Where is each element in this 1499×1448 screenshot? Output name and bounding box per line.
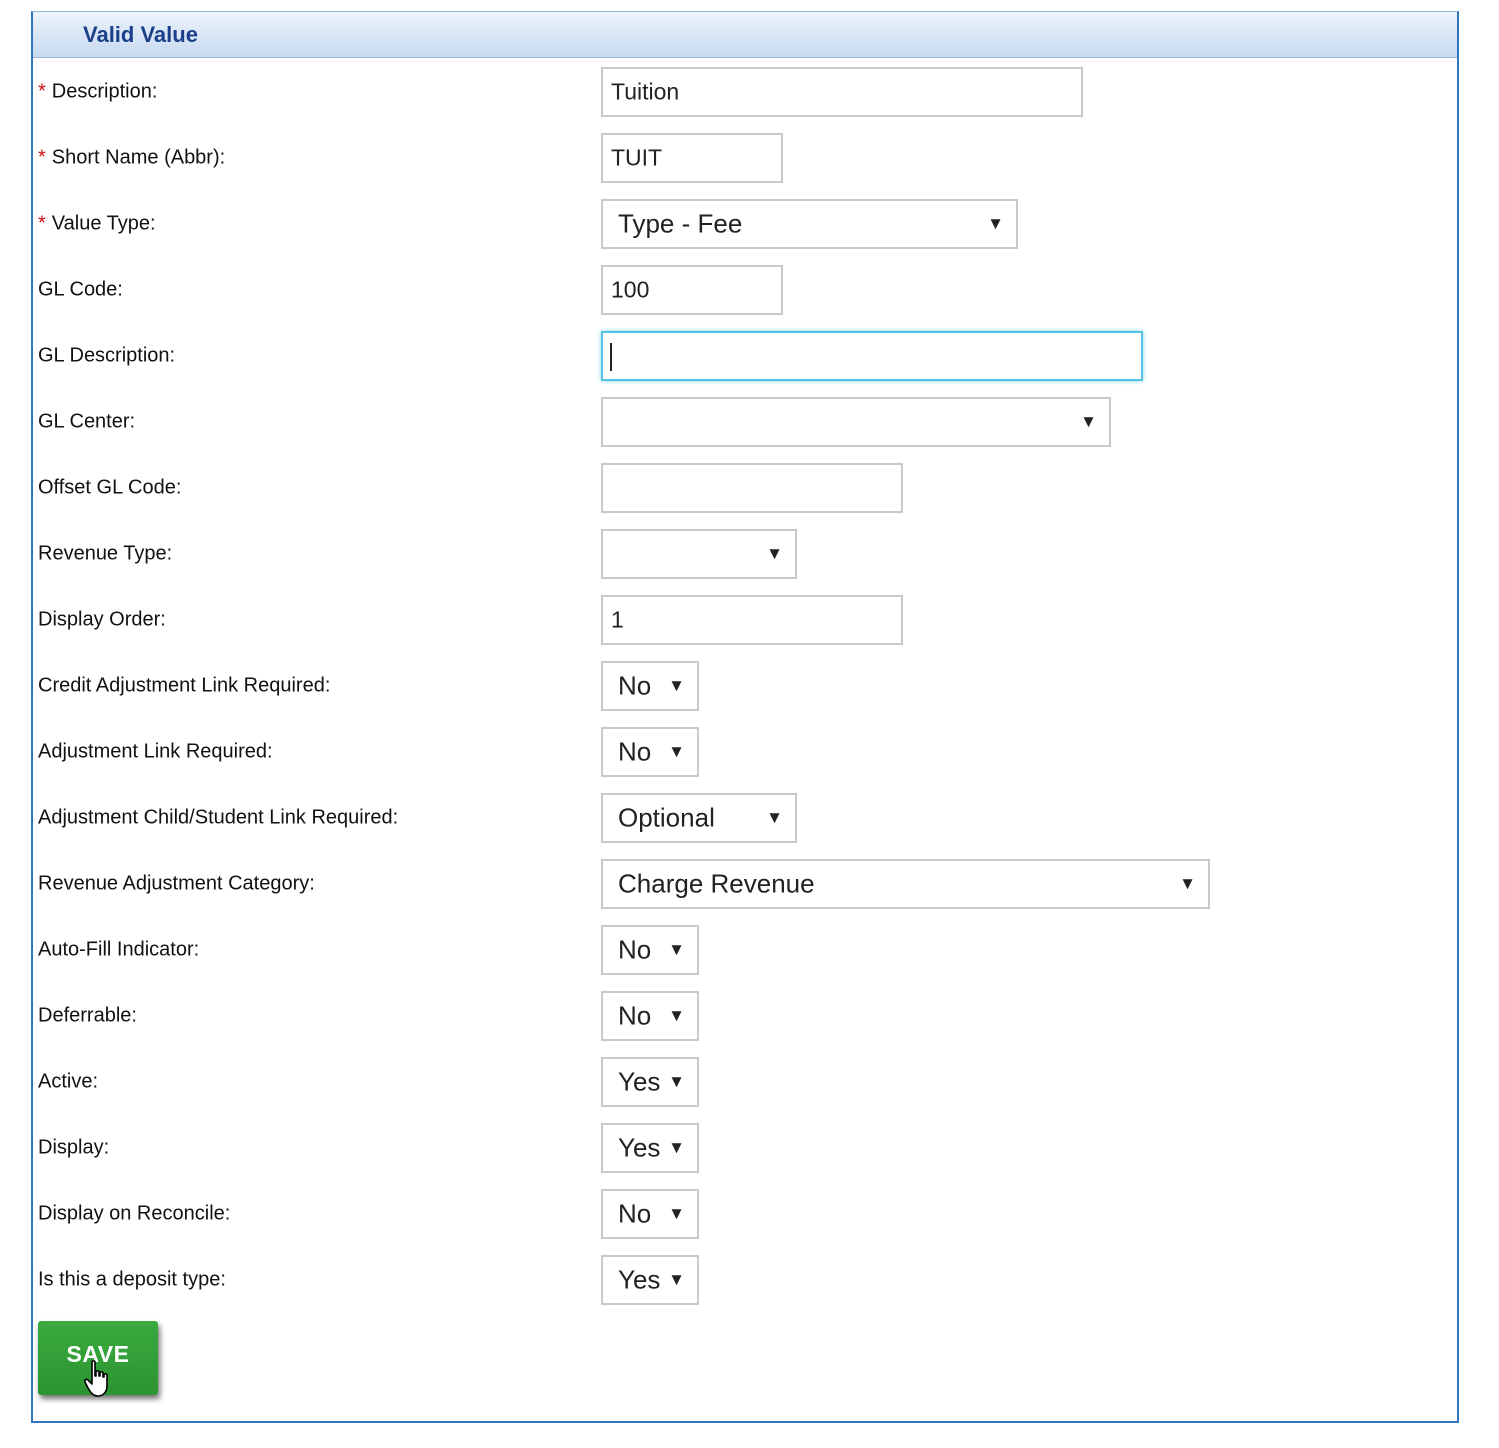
adjustment-child-student-link-label: Adjustment Child/Student Link Required: bbox=[38, 806, 399, 829]
description-label: * Description: bbox=[38, 80, 158, 103]
display-select[interactable]: Yes ▼ bbox=[601, 1123, 699, 1173]
row-revenue-adjustment-category: Revenue Adjustment Category: Charge Reve… bbox=[33, 859, 1457, 909]
row-gl-center: GL Center: ▼ bbox=[33, 397, 1457, 447]
gl-description-input[interactable] bbox=[601, 331, 1143, 381]
deposit-type-label: Is this a deposit type: bbox=[38, 1268, 226, 1291]
chevron-down-icon: ▼ bbox=[668, 1138, 685, 1157]
row-deposit-type: Is this a deposit type: Yes ▼ bbox=[33, 1255, 1457, 1305]
row-adjustment-link: Adjustment Link Required: No ▼ bbox=[33, 727, 1457, 777]
panel-header: Valid Value bbox=[33, 12, 1457, 58]
hand-pointer-icon bbox=[83, 1360, 108, 1397]
offset-gl-code-input[interactable] bbox=[601, 463, 903, 513]
row-gl-description: GL Description: bbox=[33, 331, 1457, 381]
deferrable-label: Deferrable: bbox=[38, 1004, 137, 1027]
display-order-label: Display Order: bbox=[38, 608, 166, 631]
gl-code-label: GL Code: bbox=[38, 278, 123, 301]
adjustment-child-student-link-select[interactable]: Optional ▼ bbox=[601, 793, 797, 843]
auto-fill-indicator-select[interactable]: No ▼ bbox=[601, 925, 699, 975]
adjustment-link-label: Adjustment Link Required: bbox=[38, 740, 273, 763]
row-adjustment-child-student-link: Adjustment Child/Student Link Required: … bbox=[33, 793, 1457, 843]
deferrable-select[interactable]: No ▼ bbox=[601, 991, 699, 1041]
value-type-select[interactable]: Type - Fee ▼ bbox=[601, 199, 1018, 249]
row-gl-code: GL Code: 100 bbox=[33, 265, 1457, 315]
description-input[interactable]: Tuition bbox=[601, 67, 1083, 117]
text-caret bbox=[610, 343, 612, 371]
revenue-adjustment-category-label: Revenue Adjustment Category: bbox=[38, 872, 315, 895]
gl-description-label: GL Description: bbox=[38, 344, 176, 367]
required-marker: * bbox=[38, 146, 46, 169]
chevron-down-icon: ▼ bbox=[668, 1270, 685, 1289]
row-active: Active: Yes ▼ bbox=[33, 1057, 1457, 1107]
display-label: Display: bbox=[38, 1136, 110, 1159]
row-short-name: * Short Name (Abbr): TUIT bbox=[33, 133, 1457, 183]
deposit-type-select[interactable]: Yes ▼ bbox=[601, 1255, 699, 1305]
chevron-down-icon: ▼ bbox=[668, 1072, 685, 1091]
chevron-down-icon: ▼ bbox=[668, 676, 685, 695]
value-type-label: * Value Type: bbox=[38, 212, 156, 235]
valid-value-panel: Valid Value * Description: Tuition * Short… bbox=[31, 11, 1459, 1423]
chevron-down-icon: ▼ bbox=[668, 1204, 685, 1223]
chevron-down-icon: ▼ bbox=[766, 544, 783, 563]
short-name-label: * Short Name (Abbr): bbox=[38, 146, 226, 169]
row-description: * Description: Tuition bbox=[33, 67, 1457, 117]
save-button[interactable]: SAVE bbox=[38, 1321, 158, 1397]
row-display-order: Display Order: 1 bbox=[33, 595, 1457, 645]
required-marker: * bbox=[38, 212, 46, 235]
row-display: Display: Yes ▼ bbox=[33, 1123, 1457, 1173]
gl-center-select[interactable]: ▼ bbox=[601, 397, 1111, 447]
gl-center-label: GL Center: bbox=[38, 410, 136, 433]
display-on-reconcile-select[interactable]: No ▼ bbox=[601, 1189, 699, 1239]
revenue-type-select[interactable]: ▼ bbox=[601, 529, 797, 579]
chevron-down-icon: ▼ bbox=[668, 940, 685, 959]
revenue-type-label: Revenue Type: bbox=[38, 542, 173, 565]
auto-fill-indicator-label: Auto-Fill Indicator: bbox=[38, 938, 200, 961]
chevron-down-icon: ▼ bbox=[1080, 412, 1097, 431]
chevron-down-icon: ▼ bbox=[1179, 874, 1196, 893]
active-label: Active: bbox=[38, 1070, 99, 1093]
row-display-on-reconcile: Display on Reconcile: No ▼ bbox=[33, 1189, 1457, 1239]
offset-gl-code-label: Offset GL Code: bbox=[38, 476, 182, 499]
chevron-down-icon: ▼ bbox=[668, 1006, 685, 1025]
panel-title: Valid Value bbox=[83, 22, 198, 47]
chevron-down-icon: ▼ bbox=[766, 808, 783, 827]
revenue-adjustment-category-select[interactable]: Charge Revenue ▼ bbox=[601, 859, 1210, 909]
credit-adjustment-link-label: Credit Adjustment Link Required: bbox=[38, 674, 331, 697]
row-offset-gl-code: Offset GL Code: bbox=[33, 463, 1457, 513]
short-name-input[interactable]: TUIT bbox=[601, 133, 783, 183]
display-on-reconcile-label: Display on Reconcile: bbox=[38, 1202, 231, 1225]
display-order-input[interactable]: 1 bbox=[601, 595, 903, 645]
active-select[interactable]: Yes ▼ bbox=[601, 1057, 699, 1107]
row-revenue-type: Revenue Type: ▼ bbox=[33, 529, 1457, 579]
adjustment-link-select[interactable]: No ▼ bbox=[601, 727, 699, 777]
credit-adjustment-link-select[interactable]: No ▼ bbox=[601, 661, 699, 711]
row-auto-fill-indicator: Auto-Fill Indicator: No ▼ bbox=[33, 925, 1457, 975]
gl-code-input[interactable]: 100 bbox=[601, 265, 783, 315]
row-value-type: * Value Type: Type - Fee ▼ bbox=[33, 199, 1457, 249]
required-marker: * bbox=[38, 80, 46, 103]
chevron-down-icon: ▼ bbox=[668, 742, 685, 761]
row-credit-adjustment-link: Credit Adjustment Link Required: No ▼ bbox=[33, 661, 1457, 711]
row-deferrable: Deferrable: No ▼ bbox=[33, 991, 1457, 1041]
chevron-down-icon: ▼ bbox=[987, 214, 1004, 233]
